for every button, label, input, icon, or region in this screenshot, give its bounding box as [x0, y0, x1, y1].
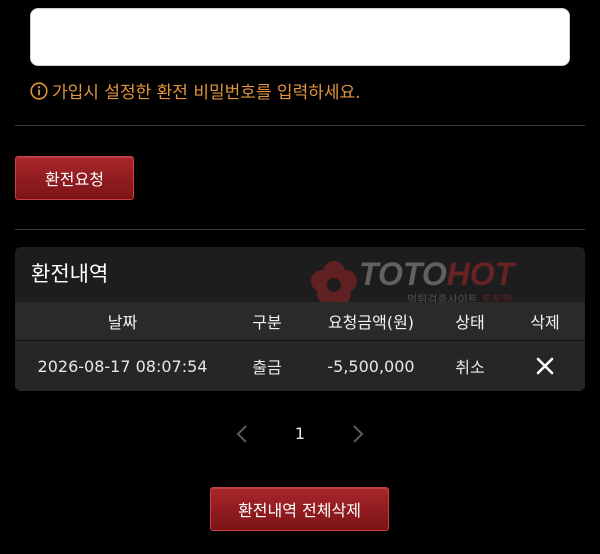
close-icon[interactable] [536, 357, 554, 375]
column-header-status: 상태 [455, 313, 485, 332]
column-header-delete: 삭제 [530, 313, 560, 332]
watermark-brand-a: TOTO [359, 256, 447, 292]
page-number[interactable]: 1 [290, 417, 310, 451]
chevron-right-icon[interactable] [346, 423, 368, 445]
row-amount: -5,500,000 [327, 356, 415, 376]
withdrawal-page: 가입시 설정한 환전 비밀번호를 입력하세요. 환전요청 환전내역 TOTOHO… [0, 0, 600, 554]
row-delete [515, 341, 575, 391]
delete-all-history-button[interactable]: 환전내역 전체삭제 [210, 487, 389, 531]
withdrawal-history-panel: 환전내역 TOTOHOT 먹튀검증사이트 토토핫 날짜 구분 요청금액(원) 상태 [15, 247, 585, 391]
password-hint: 가입시 설정한 환전 비밀번호를 입력하세요. [30, 78, 361, 103]
info-icon [30, 81, 48, 100]
withdrawal-password-input[interactable] [30, 8, 570, 66]
divider [15, 125, 585, 126]
withdrawal-request-button[interactable]: 환전요청 [15, 156, 134, 200]
password-hint-text: 가입시 설정한 환전 비밀번호를 입력하세요. [52, 83, 361, 103]
history-title: 환전내역 [31, 262, 109, 286]
row-status: 취소 [455, 358, 485, 377]
svg-text:TOTOHOT: TOTOHOT [359, 256, 517, 292]
row-type: 출금 [252, 358, 282, 377]
flower-icon [311, 261, 357, 304]
watermark-brand-b: HOT [447, 256, 517, 292]
column-header-amount: 요청금액(원) [327, 313, 415, 332]
column-header-date: 날짜 [107, 313, 138, 332]
watermark-logo: TOTOHOT 먹튀검증사이트 토토핫 [311, 256, 517, 306]
row-date: 2026-08-17 08:07:54 [37, 356, 208, 376]
chevron-left-icon[interactable] [232, 423, 254, 445]
table-row: 2026-08-17 08:07:54 출금 -5,500,000 취소 [15, 340, 585, 391]
column-header-type: 구분 [252, 313, 282, 332]
pagination: 1 [0, 417, 600, 451]
divider [15, 229, 585, 230]
history-table-header: 날짜 구분 요청금액(원) 상태 삭제 [15, 302, 585, 340]
